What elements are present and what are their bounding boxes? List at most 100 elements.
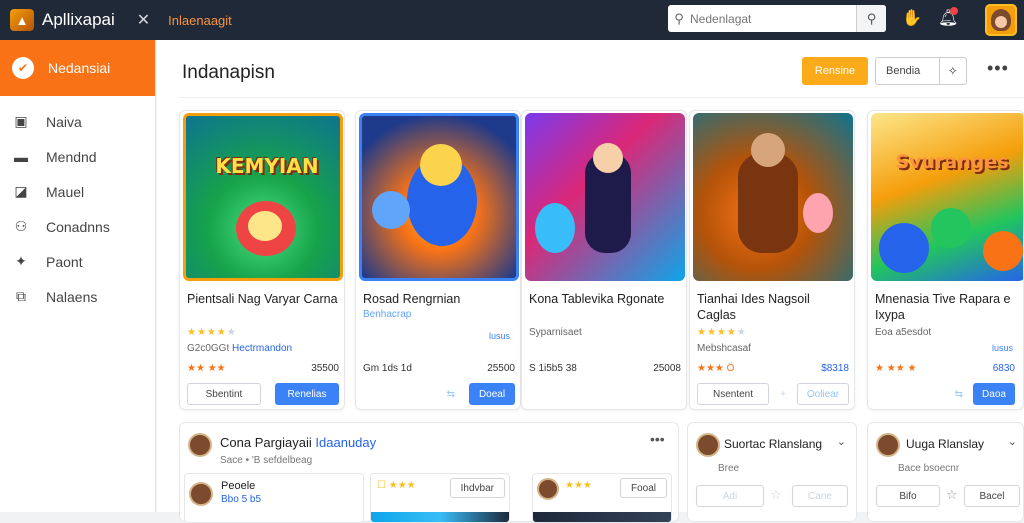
game-card[interactable]: Kona Tablevika Rgonate Syparnisaet S 1i5… xyxy=(521,110,687,410)
primary-button[interactable]: Daoa xyxy=(973,383,1015,405)
avatar[interactable] xyxy=(876,433,900,457)
top-nav-link[interactable]: Inlaenaagit xyxy=(168,13,232,28)
page-title: Indanapisn xyxy=(182,62,275,83)
panel-button[interactable]: Adi xyxy=(696,485,764,507)
star-rating: ★★★ xyxy=(565,480,592,491)
chevron-down-icon[interactable]: ⌄ xyxy=(1008,435,1017,448)
star-icon[interactable]: ☆ xyxy=(946,487,958,503)
outline-button[interactable]: Ooliear xyxy=(797,383,849,405)
close-icon[interactable]: ✕ xyxy=(137,10,150,30)
game-card[interactable]: KEMYIAN Pientsali Nag Varyar Carna ★★★★★… xyxy=(179,110,345,410)
main-content: Indanapisn Rensine Bendia ✧ ••• KEMYIAN … xyxy=(157,40,1024,523)
users-icon: ⚇ xyxy=(14,218,28,234)
card-note: lusus xyxy=(488,331,510,341)
primary-button[interactable]: Renelias xyxy=(275,383,339,405)
sparkle-icon[interactable]: ✧ xyxy=(938,58,966,84)
primary-button[interactable]: Doeal xyxy=(469,383,515,405)
game-thumbnail[interactable] xyxy=(525,113,685,281)
avatar xyxy=(537,478,559,500)
feed-item[interactable]: Peoele Bbo 5 b5 xyxy=(184,473,364,523)
thumbs-icon[interactable]: ✋ xyxy=(902,8,922,28)
panel-button[interactable]: Cane xyxy=(792,485,848,507)
sidebar-item-label: Paont xyxy=(46,253,83,270)
sidebar-item-nalaens[interactable]: ⧉ Nalaens xyxy=(0,279,155,314)
sidebar-item-active[interactable]: ✔ Nedansiai xyxy=(0,40,155,96)
user-avatar[interactable] xyxy=(985,4,1017,36)
app-name: Apllixapai xyxy=(42,10,115,29)
compare-icon[interactable]: ⇆ xyxy=(447,389,455,400)
card-title[interactable]: Tianhai Ides Nagsoil Caglas xyxy=(697,291,849,323)
sidebar-item-mauel[interactable]: ◪ Mauel xyxy=(0,174,155,209)
panel-title[interactable]: Uuga Rlanslay xyxy=(906,437,984,451)
card-meta: Mebshcasaf xyxy=(697,343,751,354)
search-button[interactable]: ⚲ xyxy=(856,5,886,32)
panel-button[interactable]: Bifo xyxy=(876,485,940,507)
feed-button[interactable]: Fooal xyxy=(619,478,667,498)
sidebar-item-label: Nalaens xyxy=(46,288,98,305)
feed-item[interactable]: ☐ ★★★ Ihdvbar xyxy=(370,473,510,523)
search-box: ⚲ ⚲ xyxy=(668,5,886,32)
filter-label: Bendia xyxy=(886,65,921,77)
sidebar-item-paont[interactable]: ✦ Paont xyxy=(0,244,155,279)
game-card[interactable]: Rosad Rengrnian Benhacrap lusus Gm 1ds 1… xyxy=(355,110,521,410)
card-stats: ★ ★★ ★ 6830 xyxy=(875,363,1015,374)
user-panel: Suortac Rlanslang ⌄ Bree Adi ☆ Cane xyxy=(687,422,857,522)
plus-icon[interactable]: + xyxy=(780,389,786,400)
card-title[interactable]: Rosad Rengrnian xyxy=(363,291,515,307)
search-input[interactable] xyxy=(690,6,850,31)
secondary-button[interactable]: Nsentent xyxy=(697,383,769,405)
avatar[interactable] xyxy=(696,433,720,457)
app-logo[interactable]: ▲ Apllixapai xyxy=(10,9,115,31)
panel-button[interactable]: Bacel xyxy=(964,485,1020,507)
compare-icon[interactable]: ⇆ xyxy=(955,389,963,400)
preview-image xyxy=(533,512,671,522)
filter-button[interactable]: Bendia ✧ xyxy=(875,57,967,85)
sidebar-item-label: Mauel xyxy=(46,183,85,200)
sidebar: ✔ Nedansiai ▣ Naiva ▬ Mendnd ◪ Mauel ⚇ C… xyxy=(0,40,156,512)
game-thumbnail[interactable] xyxy=(359,113,519,281)
feed-subtitle: Sace • 'B sefdelbeag xyxy=(220,455,313,466)
sidebar-item-label: Nedansiai xyxy=(48,60,111,76)
panel-title[interactable]: Suortac Rlanslang xyxy=(724,437,822,451)
star-icon[interactable]: ☆ xyxy=(770,487,782,503)
card-title[interactable]: Mnenasia Tive Rapara e Ixypa xyxy=(875,291,1023,323)
game-card[interactable]: Svuranges Mnenasia Tive Rapara e Ixypa E… xyxy=(867,110,1024,410)
card-note: lusus xyxy=(991,343,1013,353)
card-title[interactable]: Kona Tablevika Rgonate xyxy=(529,291,681,307)
primary-action-button[interactable]: Rensine xyxy=(802,57,868,85)
user-panel: Uuga Rlanslay ⌄ Bace bsoecnr Bifo ☆ Bace… xyxy=(867,422,1024,522)
feed-button[interactable]: Ihdvbar xyxy=(449,478,505,498)
chevron-down-icon[interactable]: ⌄ xyxy=(837,435,846,448)
pin-icon: ✦ xyxy=(15,253,27,269)
feed-panel: Cona Pargiayaii Idaanuday Sace • 'B sefd… xyxy=(179,422,679,523)
card-stats: ★★ ★★ 35500 xyxy=(187,363,339,374)
feed-title[interactable]: Cona Pargiayaii Idaanuday xyxy=(220,435,376,450)
card-icon: ▬ xyxy=(14,148,28,165)
game-thumbnail[interactable] xyxy=(693,113,853,281)
game-card[interactable]: Tianhai Ides Nagsoil Caglas ★★★★★ Mebshc… xyxy=(689,110,855,410)
chart-icon: ◪ xyxy=(14,183,28,199)
card-meta: G2c0GGt Hectrmandon xyxy=(187,343,293,354)
secondary-button[interactable]: Sbentint xyxy=(187,383,261,405)
feed-item[interactable]: ★★★ Fooal xyxy=(532,473,672,523)
briefcase-icon: ⧉ xyxy=(16,288,26,304)
thumbnail-title: KEMYIAN xyxy=(215,154,319,178)
image-icon: ▣ xyxy=(14,113,28,129)
sidebar-item-conadnns[interactable]: ⚇ Conadnns xyxy=(0,209,155,244)
star-rating: ★★★★★ xyxy=(697,327,747,338)
game-thumbnail[interactable]: Svuranges xyxy=(871,113,1023,281)
card-stats: S 1i5b5 38 25008 xyxy=(529,363,681,374)
star-rating: ☐ ★★★ xyxy=(377,480,416,491)
more-options-icon[interactable]: ••• xyxy=(650,431,665,447)
avatar[interactable] xyxy=(188,433,212,457)
panel-subtitle: Bace bsoecnr xyxy=(898,463,960,474)
game-thumbnail[interactable]: KEMYIAN xyxy=(183,113,343,281)
notification-dot xyxy=(950,7,958,15)
sidebar-item-naiva[interactable]: ▣ Naiva xyxy=(0,104,155,139)
card-title[interactable]: Pientsali Nag Varyar Carna xyxy=(187,291,339,307)
check-shield-icon: ✔ xyxy=(12,57,34,79)
more-options-icon[interactable]: ••• xyxy=(987,58,1009,79)
sidebar-item-mendnd[interactable]: ▬ Mendnd xyxy=(0,139,155,174)
sidebar-item-label: Conadnns xyxy=(46,218,110,235)
card-meta: Benhacrap xyxy=(363,309,412,320)
